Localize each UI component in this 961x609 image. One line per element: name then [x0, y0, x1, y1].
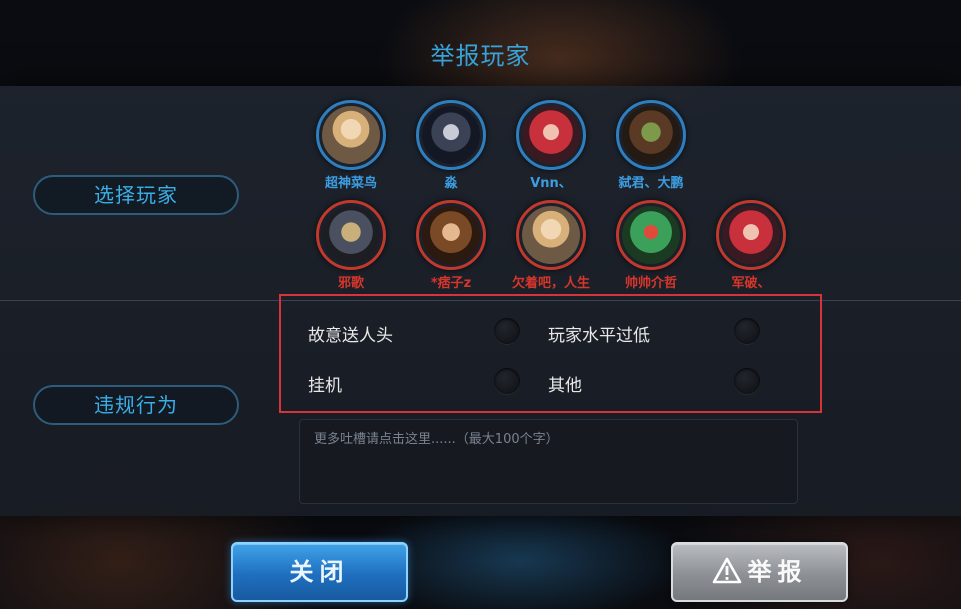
violation-radio-feeding[interactable] [494, 318, 520, 344]
player-name: 欠着吧，人生 [511, 276, 590, 291]
select-player-label: 选择玩家 [33, 175, 239, 215]
violation-label-other: 其他 [548, 376, 582, 396]
player-avatar [716, 200, 786, 270]
player-ally-4[interactable]: 弑君、大鹏 [599, 100, 703, 191]
report-button[interactable]: 举报 [671, 542, 848, 602]
violation-radio-other[interactable] [734, 368, 760, 394]
player-name: 帅帅介哲 [624, 276, 677, 291]
player-avatar [516, 200, 586, 270]
player-name: 弑君、大鹏 [618, 176, 684, 191]
player-name: 超神菜鸟 [324, 176, 377, 191]
violation-radio-low-skill[interactable] [734, 318, 760, 344]
player-name: 淼 [444, 176, 458, 191]
player-avatar [616, 100, 686, 170]
player-name: 邪歌 [337, 276, 364, 291]
player-avatar [516, 100, 586, 170]
player-avatar [316, 200, 386, 270]
violation-options: 故意送人头 玩家水平过低 挂机 其他 [279, 294, 822, 413]
player-ally-1[interactable]: 超神菜鸟 [299, 100, 403, 191]
player-avatar [316, 100, 386, 170]
player-name: *痞子z [430, 276, 472, 291]
player-ally-3[interactable]: Vnn、 [499, 100, 603, 191]
violation-label-afk: 挂机 [308, 376, 342, 396]
dialog-title: 举报玩家 [430, 42, 531, 70]
violation-label: 违规行为 [33, 385, 239, 425]
player-enemy-3[interactable]: 欠着吧，人生 [499, 200, 603, 291]
player-avatar [416, 100, 486, 170]
player-name: 军破、 [731, 276, 771, 291]
player-enemy-5[interactable]: 军破、 [699, 200, 803, 291]
player-avatar [616, 200, 686, 270]
comment-placeholder: 更多吐槽请点击这里......（最大100个字） [314, 432, 559, 447]
violation-radio-afk[interactable] [494, 368, 520, 394]
violation-label-feeding: 故意送人头 [308, 326, 393, 346]
close-button[interactable]: 关闭 [231, 542, 408, 602]
warning-triangle-icon [712, 557, 741, 583]
player-name: Vnn、 [530, 176, 572, 191]
player-ally-2[interactable]: 淼 [399, 100, 503, 191]
player-enemy-4[interactable]: 帅帅介哲 [599, 200, 703, 291]
comment-input[interactable]: 更多吐槽请点击这里......（最大100个字） [299, 419, 798, 504]
close-button-label: 关闭 [289, 558, 350, 586]
violation-label-low-skill: 玩家水平过低 [548, 326, 650, 346]
report-button-label: 举报 [747, 558, 808, 586]
player-enemy-2[interactable]: *痞子z [399, 200, 503, 291]
player-avatar [416, 200, 486, 270]
player-enemy-1[interactable]: 邪歌 [299, 200, 403, 291]
